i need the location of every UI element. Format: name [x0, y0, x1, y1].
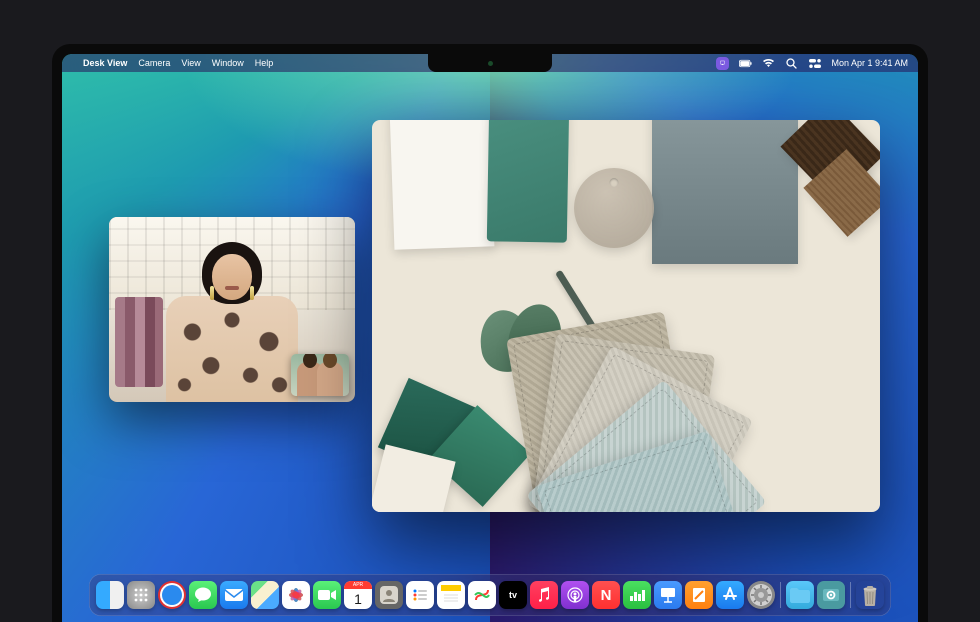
dock-downloads-folder[interactable]: [786, 581, 814, 609]
menu-help[interactable]: Help: [255, 58, 274, 68]
control-center-icon[interactable]: [808, 57, 821, 70]
dock-app-tv[interactable]: tv: [499, 581, 527, 609]
facetime-window[interactable]: [109, 217, 355, 402]
menu-camera[interactable]: Camera: [138, 58, 170, 68]
dock-app-appstore[interactable]: [716, 581, 744, 609]
battery-icon[interactable]: [739, 57, 752, 70]
dock-app-calendar[interactable]: APR 1: [344, 581, 372, 609]
dock-app-pages[interactable]: [685, 581, 713, 609]
dock-divider: [850, 582, 851, 608]
dock-app-keynote[interactable]: [654, 581, 682, 609]
swatch-teal: [487, 120, 569, 243]
dock-app-finder[interactable]: [96, 581, 124, 609]
dock-app-messages[interactable]: [189, 581, 217, 609]
display-notch: [428, 54, 552, 72]
dock-app-facetime[interactable]: [313, 581, 341, 609]
video-pip-self[interactable]: [291, 354, 349, 396]
caller-person: [162, 232, 302, 402]
app-menu[interactable]: Desk View: [83, 58, 127, 68]
dock-trash[interactable]: [856, 581, 884, 609]
menu-view[interactable]: View: [181, 58, 200, 68]
dock-app-news[interactable]: N: [592, 581, 620, 609]
swatch-gray-panel: [652, 120, 798, 264]
dock-app-music[interactable]: [530, 581, 558, 609]
camera-indicator-icon: [488, 61, 493, 66]
dock-app-photos[interactable]: [282, 581, 310, 609]
dock-app-maps[interactable]: [251, 581, 279, 609]
calendar-month-label: APR: [344, 581, 372, 589]
stone-disc-sample: [574, 168, 654, 248]
dock-divider: [780, 582, 781, 608]
dock-app-settings[interactable]: [747, 581, 775, 609]
swatch-white-paper: [390, 120, 495, 250]
dock-app-notes[interactable]: [437, 581, 465, 609]
desk-view-window[interactable]: [372, 120, 880, 512]
screen-mirroring-icon[interactable]: [716, 57, 729, 70]
menu-bar-clock[interactable]: Mon Apr 1 9:41 AM: [831, 58, 908, 68]
desk-surface: [372, 120, 880, 512]
dock-app-mail[interactable]: [220, 581, 248, 609]
dock-app-safari[interactable]: [158, 581, 186, 609]
fabric-swatch-fan: [534, 334, 864, 512]
dock: APR 1 tv N: [89, 574, 891, 616]
wifi-icon[interactable]: [762, 57, 775, 70]
dock-app-launchpad[interactable]: [127, 581, 155, 609]
calendar-day-label: 1: [354, 589, 362, 609]
spotlight-icon[interactable]: [785, 57, 798, 70]
dock-app-freeform[interactable]: [468, 581, 496, 609]
dock-app-reminders[interactable]: [406, 581, 434, 609]
laptop-frame: Desk View Camera View Window Help: [52, 44, 928, 622]
menu-window[interactable]: Window: [212, 58, 244, 68]
dock-app-contacts[interactable]: [375, 581, 403, 609]
dock-app-deskview[interactable]: [817, 581, 845, 609]
dock-app-podcasts[interactable]: [561, 581, 589, 609]
desktop: Desk View Camera View Window Help: [62, 54, 918, 622]
video-main-feed: [109, 217, 355, 402]
dock-app-numbers[interactable]: [623, 581, 651, 609]
